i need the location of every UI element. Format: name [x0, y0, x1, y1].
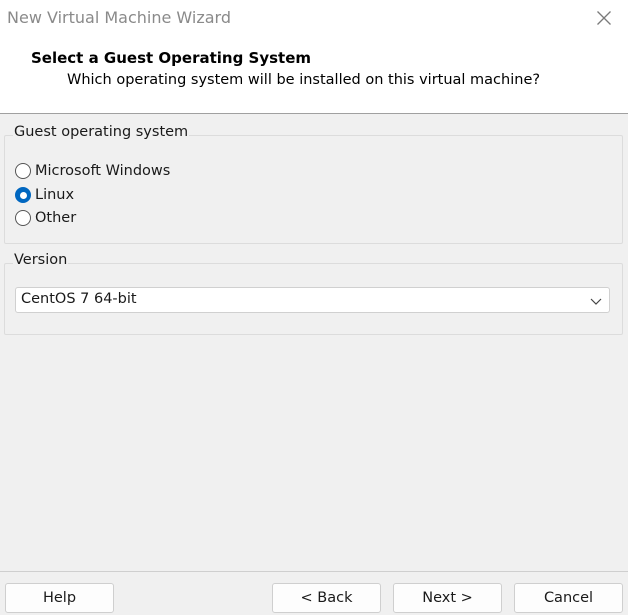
- window-title: New Virtual Machine Wizard: [7, 8, 231, 27]
- radio-linux[interactable]: Linux: [15, 185, 74, 205]
- footer-divider: [0, 571, 628, 572]
- version-selected-value: CentOS 7 64-bit: [21, 291, 137, 307]
- help-button[interactable]: Help: [5, 583, 114, 613]
- radio-label-microsoft-windows: Microsoft Windows: [35, 163, 171, 179]
- title-bar: New Virtual Machine Wizard: [0, 0, 628, 36]
- version-group-label: Version: [13, 252, 69, 268]
- wizard-header: Select a Guest Operating System Which op…: [0, 36, 628, 114]
- next-button[interactable]: Next >: [393, 583, 502, 613]
- radio-label-other: Other: [35, 210, 77, 226]
- version-group: Version CentOS 7 64-bit: [4, 252, 623, 335]
- close-icon: [597, 11, 611, 25]
- radio-button-other[interactable]: [15, 210, 31, 226]
- cancel-button[interactable]: Cancel: [514, 583, 623, 613]
- chevron-down-icon: [590, 298, 602, 305]
- version-dropdown[interactable]: CentOS 7 64-bit: [15, 287, 610, 313]
- radio-microsoft-windows[interactable]: Microsoft Windows: [15, 161, 170, 181]
- page-subtitle: Which operating system will be installed…: [67, 72, 541, 88]
- radio-label-linux: Linux: [35, 187, 75, 203]
- guest-os-group: Guest operating system Microsoft Windows…: [4, 124, 623, 244]
- radio-other[interactable]: Other: [15, 208, 76, 228]
- close-button[interactable]: [580, 0, 628, 36]
- radio-button-microsoft-windows[interactable]: [15, 163, 31, 179]
- guest-os-group-label: Guest operating system: [13, 124, 190, 140]
- radio-button-linux[interactable]: [15, 187, 31, 203]
- back-button[interactable]: < Back: [272, 583, 381, 613]
- page-title: Select a Guest Operating System: [31, 49, 312, 67]
